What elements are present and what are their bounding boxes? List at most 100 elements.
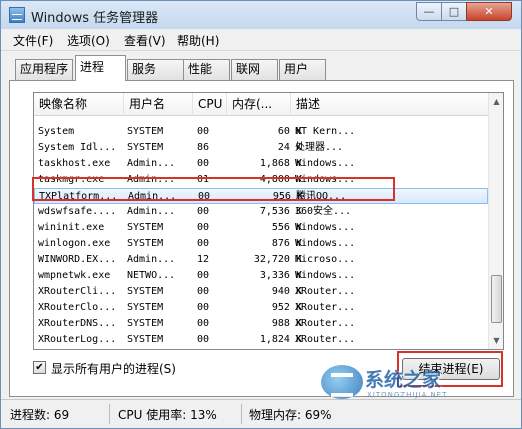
- process-memory: 4,800 K: [259, 174, 302, 185]
- process-cpu: 01: [197, 174, 210, 185]
- column-header: 映像名称 用户名 CPU 内存(... 描述: [34, 93, 488, 116]
- status-divider: [109, 404, 110, 424]
- process-list[interactable]: System SYSTEM 00 60 K NT Kern... System Idl..…: [33, 92, 504, 350]
- process-image-name: wdswfsafe....: [38, 206, 117, 217]
- menu-bar: 文件(F) 选项(O) 查看(V) 帮助(H): [1, 29, 521, 51]
- process-memory: 32,720 K: [253, 254, 302, 265]
- process-description: Windows...: [295, 238, 356, 249]
- process-row[interactable]: WINWORD.EX... Admin... 12 32,720 K Microso..…: [34, 252, 488, 268]
- window-title: Windows 任务管理器: [31, 11, 159, 26]
- process-memory: 1,824 K: [259, 334, 302, 345]
- process-memory: 556 K: [271, 222, 302, 233]
- process-list-scrollbar[interactable]: ▲ ▼: [488, 93, 503, 349]
- process-description: 360安全...: [295, 206, 352, 217]
- process-row[interactable]: wdswfsafe.... Admin... 00 7,536 K 360安全...: [34, 204, 488, 220]
- tab-processes[interactable]: 进程: [75, 55, 126, 81]
- process-cpu: 00: [197, 238, 210, 249]
- process-row[interactable]: taskmgr.exe Admin... 01 4,800 K Windows...: [34, 172, 488, 188]
- process-memory: 60 K: [277, 126, 302, 137]
- menu-options[interactable]: 选项(O): [67, 32, 110, 49]
- process-row[interactable]: XRouterLog...SYSTEM002,620 KXRouter...: [34, 348, 488, 349]
- process-row-selected[interactable]: TXPlatform... Admin... 00 956 K 腾讯QQ...: [34, 188, 488, 204]
- process-image-name: System Idl...: [38, 142, 117, 153]
- process-user-name: Admin...: [128, 191, 177, 202]
- process-user-name: SYSTEM: [127, 238, 164, 249]
- status-divider: [241, 404, 242, 424]
- scrollbar-thumb[interactable]: [491, 275, 502, 323]
- process-image-name: System: [38, 126, 75, 137]
- process-cpu: 00: [197, 318, 210, 329]
- process-row[interactable]: System SYSTEM 00 60 K NT Kern...: [34, 124, 488, 140]
- process-row[interactable]: wininit.exe SYSTEM 00 556 K Windows...: [34, 220, 488, 236]
- column-image-name[interactable]: 映像名称: [34, 93, 124, 116]
- minimize-button[interactable]: —: [416, 2, 442, 21]
- process-row[interactable]: winlogon.exe SYSTEM 00 876 K Windows...: [34, 236, 488, 252]
- process-cpu: 00: [197, 270, 210, 281]
- close-button[interactable]: ✕: [466, 2, 512, 21]
- process-user-name: NETWO...: [127, 270, 176, 281]
- scroll-up-icon[interactable]: ▲: [489, 93, 503, 110]
- column-user-name[interactable]: 用户名: [124, 93, 193, 116]
- column-description[interactable]: 描述: [291, 93, 488, 116]
- process-memory: 24 K: [277, 142, 302, 153]
- process-memory: 940 K: [271, 286, 302, 297]
- process-rows: System SYSTEM 00 60 K NT Kern... System Idl..…: [34, 93, 488, 349]
- process-memory: 988 K: [271, 318, 302, 329]
- processes-panel: System SYSTEM 00 60 K NT Kern... System Idl..…: [9, 80, 514, 397]
- tab-applications[interactable]: 应用程序: [15, 59, 74, 80]
- process-memory: 3,336 K: [259, 270, 302, 281]
- tab-performance[interactable]: 性能: [183, 59, 230, 80]
- process-image-name: wininit.exe: [38, 222, 105, 233]
- process-image-name: taskhost.exe: [38, 158, 111, 169]
- scroll-down-icon[interactable]: ▼: [489, 332, 503, 349]
- status-physical-memory: 物理内存: 69%: [249, 408, 332, 422]
- process-user-name: SYSTEM: [127, 334, 164, 345]
- process-image-name: winlogon.exe: [38, 238, 111, 249]
- show-all-users-label[interactable]: 显示所有用户的进程(S): [51, 360, 176, 377]
- process-cpu: 00: [197, 334, 210, 345]
- process-row[interactable]: XRouterLog... SYSTEM 00 1,824 K XRouter...: [34, 332, 488, 348]
- process-cpu: 86: [197, 142, 210, 153]
- status-cpu-usage: CPU 使用率: 13%: [118, 408, 217, 422]
- process-description: XRouter...: [295, 334, 356, 345]
- process-user-name: SYSTEM: [127, 286, 164, 297]
- process-list-viewport: System SYSTEM 00 60 K NT Kern... System Idl..…: [34, 93, 488, 349]
- process-description: Windows...: [295, 174, 356, 185]
- task-manager-icon: [9, 7, 25, 23]
- show-all-users-checkbox[interactable]: ✔: [33, 361, 46, 374]
- tab-networking[interactable]: 联网: [231, 59, 278, 80]
- title-bar[interactable]: Windows 任务管理器 — □ ✕: [1, 1, 521, 29]
- process-row[interactable]: XRouterCli... SYSTEM 00 940 K XRouter...: [34, 284, 488, 300]
- menu-file[interactable]: 文件(F): [13, 32, 53, 49]
- column-memory[interactable]: 内存(...: [227, 93, 291, 116]
- process-description: Windows...: [295, 270, 356, 281]
- column-cpu[interactable]: CPU: [193, 93, 227, 116]
- process-description: Windows...: [295, 158, 356, 169]
- process-image-name: XRouterCli...: [38, 286, 117, 297]
- tab-users[interactable]: 用户: [279, 59, 326, 80]
- process-description: 处理器...: [295, 142, 344, 153]
- tab-services[interactable]: 服务: [127, 59, 184, 80]
- process-description: Microso...: [295, 254, 356, 265]
- process-memory: 956 K: [272, 191, 303, 202]
- status-process-count: 进程数: 69: [10, 408, 70, 422]
- process-description: XRouter...: [295, 318, 356, 329]
- process-memory: 1,868 K: [259, 158, 302, 169]
- menu-view[interactable]: 查看(V): [124, 32, 166, 49]
- process-row[interactable]: XRouterClo... SYSTEM 00 952 K XRouter...: [34, 300, 488, 316]
- process-row[interactable]: taskhost.exe Admin... 00 1,868 K Windows...: [34, 156, 488, 172]
- process-row[interactable]: System Idl... SYSTEM 86 24 K 处理器...: [34, 140, 488, 156]
- process-cpu: 00: [197, 126, 210, 137]
- process-user-name: Admin...: [127, 174, 176, 185]
- process-image-name: TXPlatform...: [39, 191, 118, 202]
- process-row[interactable]: wmpnetwk.exe NETWO... 00 3,336 K Windows...: [34, 268, 488, 284]
- process-description: 腾讯QQ...: [296, 191, 347, 202]
- menu-help[interactable]: 帮助(H): [177, 32, 219, 49]
- process-image-name: taskmgr.exe: [38, 174, 105, 185]
- process-image-name: XRouterLog...: [38, 334, 117, 345]
- process-row[interactable]: XRouterDNS... SYSTEM 00 988 K XRouter...: [34, 316, 488, 332]
- maximize-button[interactable]: □: [441, 2, 467, 21]
- process-cpu: 00: [198, 191, 211, 202]
- process-user-name: SYSTEM: [127, 302, 164, 313]
- process-user-name: Admin...: [127, 206, 176, 217]
